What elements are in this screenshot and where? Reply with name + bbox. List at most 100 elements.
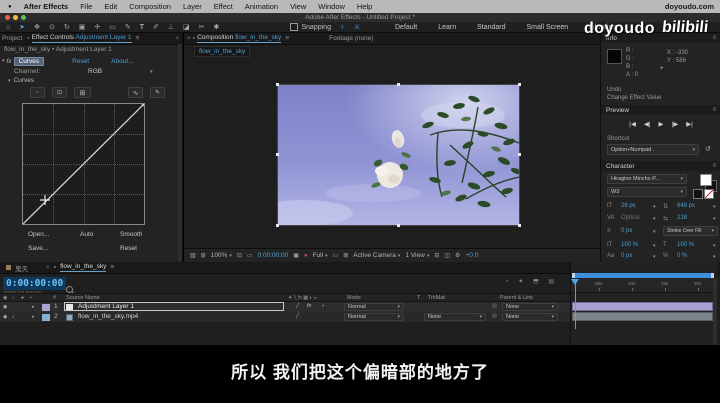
baseline-shift-caret-icon[interactable]: ▾: [653, 254, 656, 260]
layer2-trkmat-select[interactable]: None ▾: [424, 313, 486, 321]
transparency-grid-icon[interactable]: ⊠: [343, 252, 348, 259]
layer2-label-chip[interactable]: [42, 314, 50, 321]
layer2-parent-select[interactable]: None ▾: [502, 313, 558, 321]
leading-value[interactable]: 649 px: [677, 203, 695, 209]
reset-shortcut-icon[interactable]: ↺: [705, 145, 711, 153]
curves-point-tool[interactable]: ▫: [30, 87, 45, 98]
comp-breadcrumb[interactable]: flow_in_the_sky: [194, 46, 250, 57]
eraser-tool[interactable]: ◪: [183, 23, 190, 31]
character-panel-menu-icon[interactable]: ≡: [712, 163, 716, 169]
frame-handle-bottom-center[interactable]: [397, 224, 400, 227]
pen-tool[interactable]: ✎: [125, 23, 131, 31]
tab-other-comp[interactable]: 鬼灭: [15, 263, 28, 273]
layer1-label-chip[interactable]: [42, 304, 50, 311]
tab-active-comp[interactable]: flow_in_the_sky: [60, 263, 106, 272]
clone-stamp-tool[interactable]: ⊥: [168, 23, 174, 31]
snap-grid-icon[interactable]: ⌘: [354, 24, 360, 31]
work-area-bar[interactable]: [572, 273, 714, 278]
header-mode[interactable]: Mode: [347, 295, 361, 301]
menu-composition[interactable]: Composition: [129, 2, 171, 11]
tab-project[interactable]: Project: [2, 35, 22, 42]
fast-previews-gear-icon[interactable]: ⚙: [455, 252, 460, 259]
frame-handle-mid-right[interactable]: [518, 153, 521, 156]
previous-frame-button[interactable]: ◀|: [644, 120, 651, 128]
menu-animation[interactable]: Animation: [245, 2, 278, 11]
frame-handle-bottom-right[interactable]: [518, 224, 521, 227]
menu-edit[interactable]: Edit: [104, 2, 117, 11]
magnification-select[interactable]: 100% ▾: [211, 252, 232, 259]
channel-select[interactable]: RGB: [88, 68, 102, 75]
kerning-caret-icon[interactable]: ▾: [653, 216, 656, 222]
font-size-caret-icon[interactable]: ▾: [653, 204, 656, 210]
vertical-scale-value[interactable]: 100 %: [621, 242, 638, 248]
home-tool[interactable]: ⌂: [6, 24, 10, 31]
curves-smooth-button[interactable]: Smooth: [120, 231, 142, 238]
header-eye-icon[interactable]: ◉: [3, 295, 7, 301]
no-fill-swatch[interactable]: [704, 189, 714, 199]
viewer-timecode[interactable]: 0:00:00:00: [258, 252, 289, 259]
preview-panel-title[interactable]: Preview: [606, 107, 629, 114]
tab-footage[interactable]: Footage (none): [329, 35, 373, 42]
tsume-caret-icon[interactable]: ▾: [713, 254, 716, 260]
layer2-eye-icon[interactable]: ◉: [3, 314, 7, 320]
comp-panel-menu-icon[interactable]: ≡: [285, 35, 289, 42]
work-area-end-handle[interactable]: [711, 273, 714, 278]
frame-handle-top-right[interactable]: [518, 83, 521, 86]
selection-tool[interactable]: ➤: [19, 23, 25, 31]
header-source-name[interactable]: Source Name: [66, 295, 100, 301]
layer2-twirl-icon[interactable]: ▸: [32, 314, 35, 320]
workspace-standard[interactable]: Standard: [477, 24, 505, 31]
menu-window[interactable]: Window: [318, 2, 345, 11]
frame-handle-mid-left[interactable]: [276, 153, 279, 156]
pan-behind-tool[interactable]: ✛: [94, 23, 100, 31]
vertical-scale-caret-icon[interactable]: ▾: [653, 243, 656, 249]
header-solo-icon[interactable]: ●: [21, 295, 24, 301]
layer2-name[interactable]: flow_in_the_sky.mp4: [78, 313, 138, 320]
show-channel-icon[interactable]: ●: [304, 253, 308, 259]
frame-handle-bottom-left[interactable]: [276, 224, 279, 227]
layer1-pickwhip-icon[interactable]: ◎: [492, 303, 497, 309]
guides-icon[interactable]: ⊡: [237, 252, 242, 259]
shortcut-select[interactable]: Option+Numpad . ▾: [607, 144, 699, 155]
workspace-default[interactable]: Default: [395, 24, 417, 31]
tab-composition[interactable]: Composition flow_in_the_sky: [197, 34, 281, 43]
rectangle-tool[interactable]: ▭: [109, 23, 116, 31]
snap-options-icon[interactable]: ✛: [340, 24, 345, 31]
timeline-tab-close-icon[interactable]: ×: [46, 264, 50, 271]
panel-menu-icon[interactable]: ≡: [136, 35, 140, 42]
comp-tab-close-icon[interactable]: ×: [187, 35, 191, 42]
effect-controls-scrollbar[interactable]: [178, 44, 182, 262]
effect-about-link[interactable]: About...: [111, 58, 133, 65]
curves-pencil-tool[interactable]: ✎: [150, 87, 165, 98]
font-family-select[interactable]: Hiragino Mincho P... ▾: [607, 174, 687, 184]
mini-flowchart-icon[interactable]: ◫: [444, 252, 450, 259]
frame-handle-top-left[interactable]: [276, 83, 279, 86]
layer-row-1[interactable]: ◉ ▸ 1 Adjustment Layer 1 ╱ fx ◐ Normal ▾…: [0, 302, 570, 312]
leading-caret-icon[interactable]: ▾: [713, 204, 716, 210]
menu-layer[interactable]: Layer: [183, 2, 202, 11]
layer2-quality-icon[interactable]: ╱: [296, 313, 299, 319]
brush-tool[interactable]: ✐: [153, 23, 159, 31]
layer-row-2[interactable]: ◉ ♪ ▸ 2 flow_in_the_sky.mp4 ╱ Normal ▾ N…: [0, 312, 570, 322]
layer1-quality-icon[interactable]: ╱: [296, 303, 299, 309]
font-size-value[interactable]: 26 px: [621, 203, 636, 209]
horizontal-scale-value[interactable]: 100 %: [677, 242, 694, 248]
curves-diagonal-line[interactable]: [23, 104, 144, 224]
region-of-interest-icon[interactable]: ▭: [333, 252, 339, 259]
first-frame-button[interactable]: |◀: [629, 120, 636, 128]
stroke-width-value[interactable]: 0 px: [621, 228, 632, 234]
effect-reset-link[interactable]: Reset: [72, 58, 89, 65]
apple-logo-icon[interactable]: ●: [8, 4, 12, 10]
puppet-pin-tool[interactable]: ✱: [214, 23, 220, 31]
curves-reset-button[interactable]: Reset: [120, 245, 137, 252]
menu-app-name[interactable]: After Effects: [24, 2, 69, 11]
header-audio-icon[interactable]: ♪: [12, 295, 15, 301]
pixel-aspect-icon[interactable]: ⊟: [434, 252, 439, 259]
info-panel-menu-icon[interactable]: ≡: [712, 35, 716, 41]
roto-brush-tool[interactable]: ✂: [199, 23, 205, 31]
curves-io-tool[interactable]: ⊡: [52, 87, 67, 98]
default-colors-swatch[interactable]: [693, 189, 703, 199]
preview-panel-menu-icon[interactable]: ≡: [712, 107, 716, 113]
menu-view[interactable]: View: [290, 2, 306, 11]
zoom-tool[interactable]: ⊙: [49, 23, 55, 31]
